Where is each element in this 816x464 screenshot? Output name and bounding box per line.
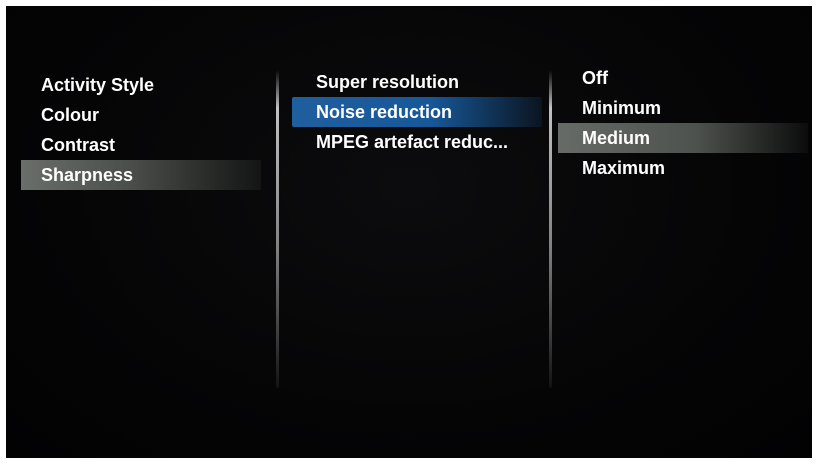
- menu-item-label: Activity Style: [41, 75, 155, 95]
- menu-item-label: Contrast: [41, 135, 116, 155]
- menu-item-label: Sharpness: [41, 165, 134, 185]
- menu-item-label: Super resolution: [316, 72, 460, 92]
- option-label: Maximum: [582, 158, 666, 178]
- option-medium[interactable]: Medium: [558, 123, 808, 153]
- option-minimum[interactable]: Minimum: [558, 93, 808, 123]
- menu-item-activity-style[interactable]: Activity Style: [21, 70, 261, 100]
- menu-item-label: Colour: [41, 105, 99, 125]
- menu-item-sharpness[interactable]: Sharpness: [21, 160, 261, 190]
- menu-item-mpeg-artefact-reduction[interactable]: MPEG artefact reduc...: [292, 127, 542, 157]
- option-maximum[interactable]: Maximum: [558, 153, 808, 183]
- option-label: Medium: [582, 128, 651, 148]
- menu-item-noise-reduction[interactable]: Noise reduction: [292, 97, 542, 127]
- menu-item-contrast[interactable]: Contrast: [21, 130, 261, 160]
- menu-item-colour[interactable]: Colour: [21, 100, 261, 130]
- option-off[interactable]: Off: [558, 63, 808, 93]
- option-label: Off: [582, 68, 608, 88]
- menu-item-label: MPEG artefact reduc...: [316, 132, 509, 152]
- column-divider: [549, 70, 552, 388]
- menu-item-label: Noise reduction: [316, 102, 453, 122]
- menu-item-super-resolution[interactable]: Super resolution: [292, 67, 542, 97]
- option-label: Minimum: [582, 98, 661, 118]
- tv-settings-screen: Activity Style Colour Contrast Sharpness…: [6, 6, 812, 458]
- column-divider: [276, 70, 279, 388]
